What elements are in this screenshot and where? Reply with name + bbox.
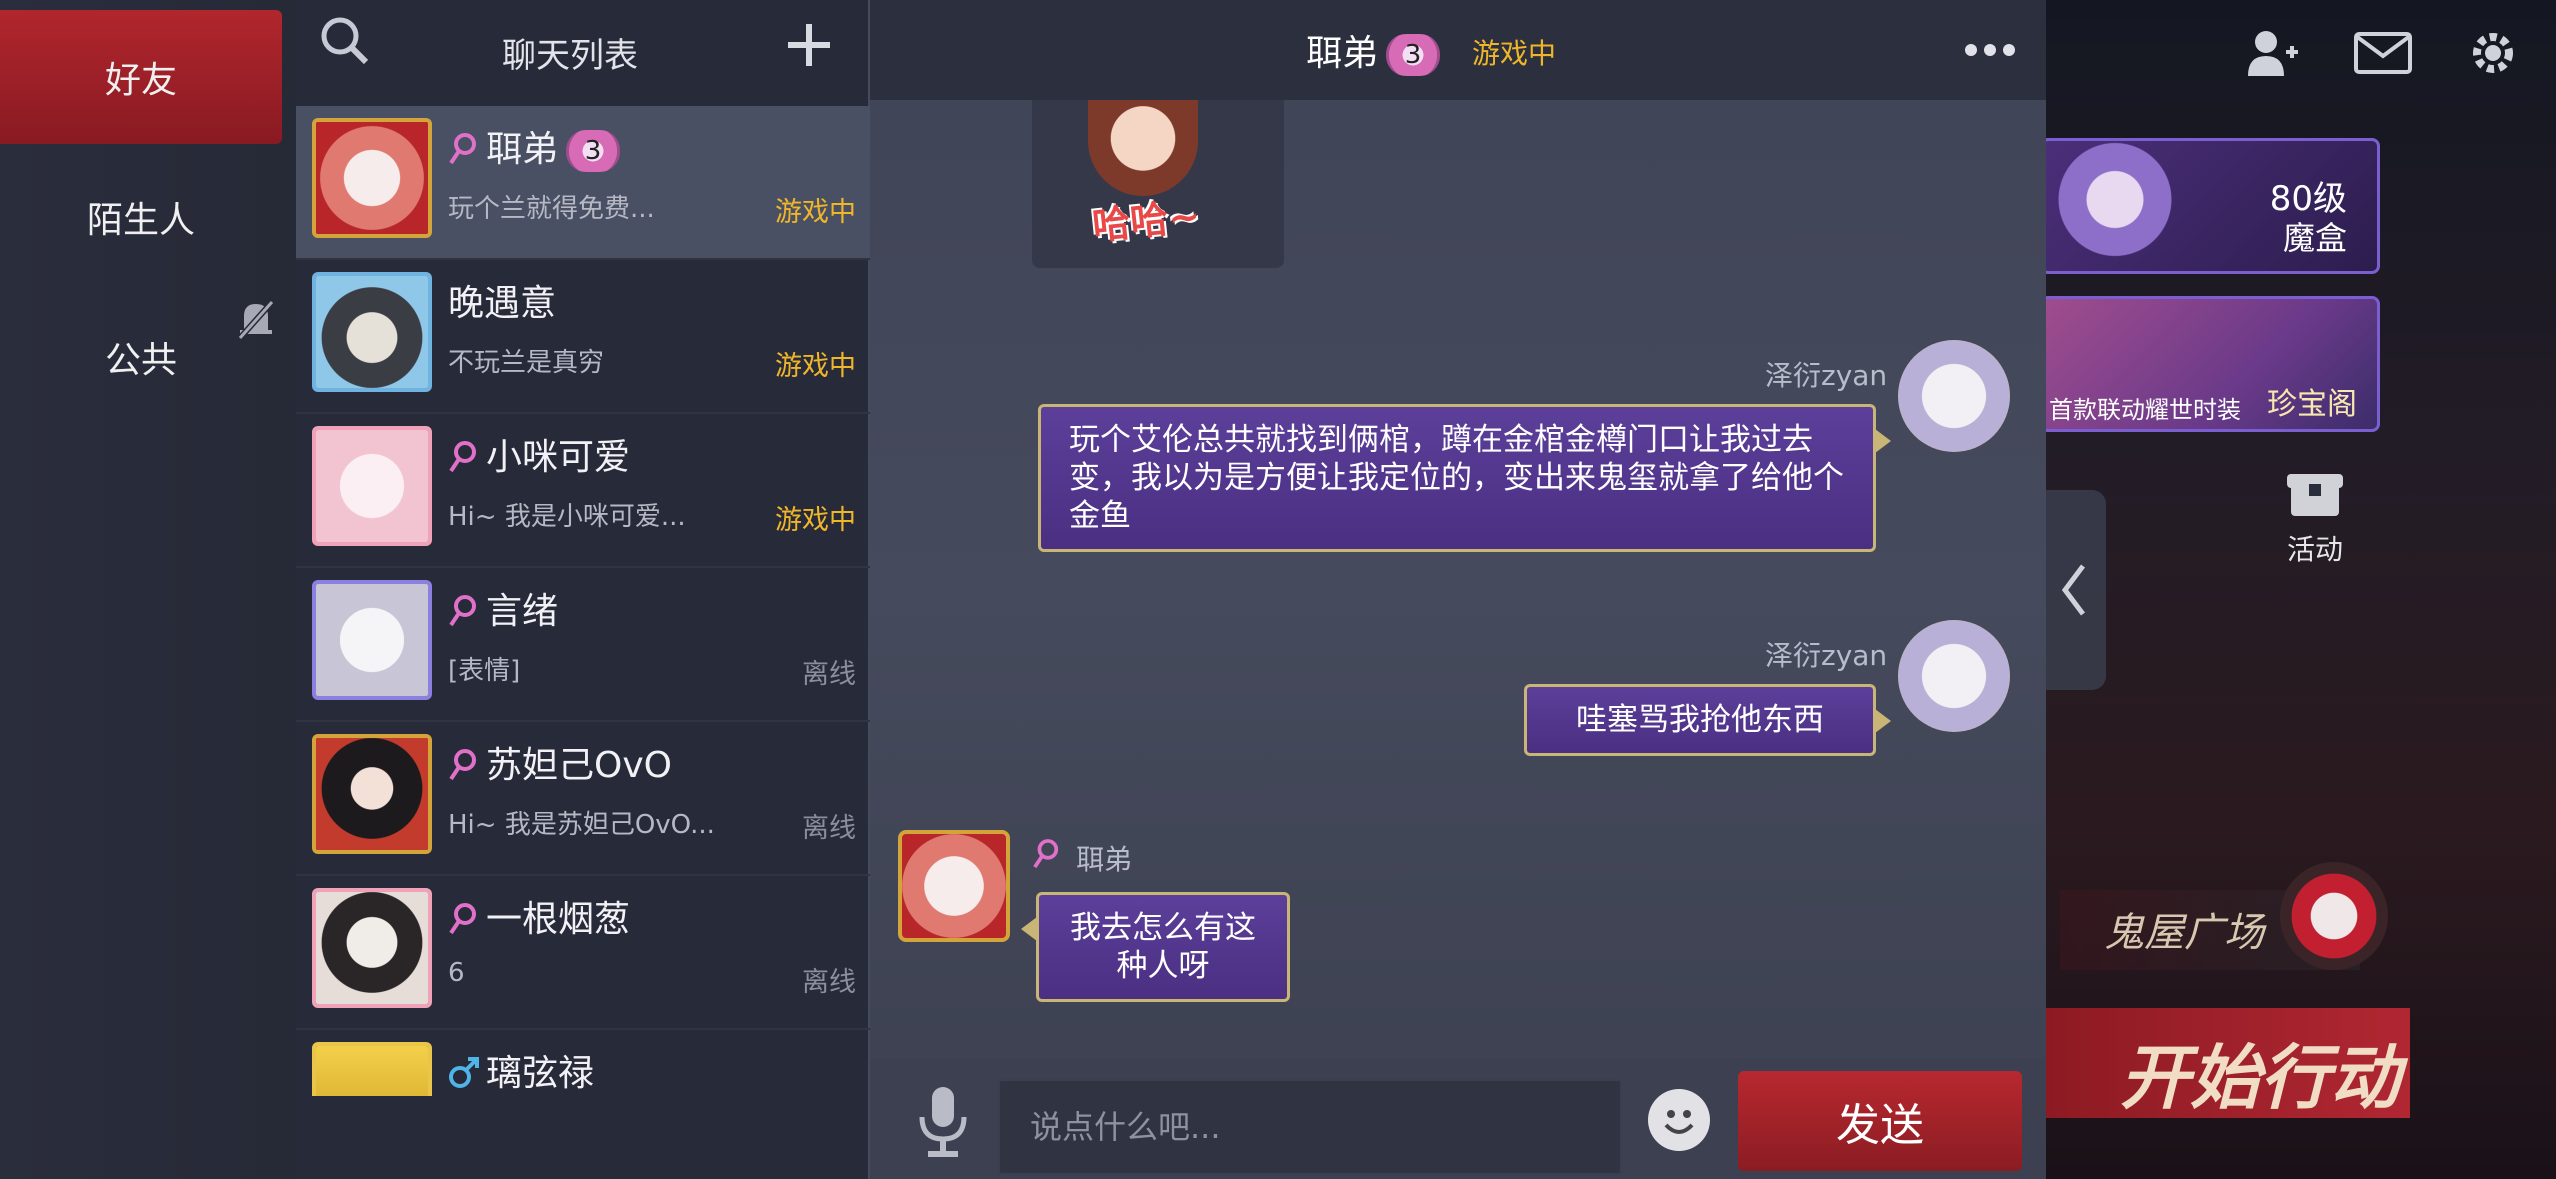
female-icon: [448, 132, 478, 170]
pavilion-label: 珍宝阁: [2267, 387, 2357, 422]
avatar: [312, 580, 432, 700]
chat-list-title: 聊天列表: [502, 36, 638, 76]
add-friend-icon[interactable]: [2240, 20, 2306, 86]
sticker-message: 哈哈~: [1032, 100, 1284, 268]
chevron-left-icon: [2061, 564, 2085, 616]
contact-name: 璃弦禄: [486, 1053, 595, 1094]
search-icon[interactable]: [318, 14, 370, 70]
game-background: 80级 魔盒 珍宝阁 首款联动耀世时装 活动 鬼屋广场 开始行动: [2040, 0, 2556, 1179]
contact-name: 聑弟 3: [486, 120, 621, 172]
female-icon: [448, 594, 478, 632]
chat-window: 聑弟 3 游戏中 哈哈~ 泽衍zyan 玩个艾伦总共就找到俩棺，蹲在金棺金樽门口让…: [870, 0, 2046, 1179]
chat-bubble: 玩个艾伦总共就找到俩棺，蹲在金棺金樽门口让我过去变，我以为是方便让我定位的，变出…: [1038, 404, 1891, 552]
message-input-bar: 发送: [870, 1059, 2046, 1179]
tab-strangers[interactable]: 陌生人: [0, 150, 282, 284]
chat-list-item[interactable]: 聑弟 3 玩个兰就得免费... 游戏中: [296, 106, 870, 260]
avatar: [312, 888, 432, 1008]
chat-list-item[interactable]: 言绪 [表情] 离线: [296, 568, 870, 722]
chat-list-item[interactable]: 苏妲己OvO Hi~ 我是苏妲己OvO... 离线: [296, 722, 870, 876]
last-message: 不玩兰是真穷: [448, 348, 605, 378]
activity-button[interactable]: 活动: [2280, 470, 2350, 568]
avatar[interactable]: [898, 830, 1010, 942]
female-icon: [448, 440, 478, 478]
chat-list-item[interactable]: 晚遇意 不玩兰是真穷 游戏中: [296, 260, 870, 414]
online-status: 游戏中: [775, 351, 856, 382]
contact-name: 言绪: [486, 591, 559, 632]
rank-badge: 3: [1386, 34, 1441, 76]
chat-peer-name: 聑弟 3: [1306, 24, 1441, 76]
message-input[interactable]: [998, 1079, 1622, 1175]
male-icon: [448, 1056, 480, 1094]
female-icon: [448, 748, 478, 786]
chat-list: 聑弟 3 玩个兰就得免费... 游戏中 晚遇意 不玩兰是真穷 游戏中 小咪可爱 H…: [296, 106, 870, 1096]
mute-bell-icon: [236, 298, 276, 346]
online-status: 离线: [802, 967, 856, 998]
last-message: 玩个兰就得免费...: [448, 194, 655, 224]
chat-list-item[interactable]: 小咪可爱 Hi~ 我是小咪可爱... 游戏中: [296, 414, 870, 568]
mail-icon[interactable]: [2350, 20, 2416, 86]
avatar[interactable]: [1898, 620, 2010, 732]
pavilion-caption: 首款联动耀世时装: [2049, 396, 2241, 424]
avatar: [312, 734, 432, 854]
magic-box-card[interactable]: 80级 魔盒: [2040, 138, 2380, 274]
start-action-button[interactable]: 开始行动: [2040, 1008, 2410, 1119]
contact-name: 一根烟葱: [486, 899, 631, 940]
rank-badge: 3: [566, 130, 621, 172]
clown-mask-icon: [2280, 862, 2388, 970]
message-sender: 聑弟: [1076, 843, 1133, 876]
message-sender: 泽衍zyan: [1765, 639, 1888, 672]
online-status: 游戏中: [775, 505, 856, 536]
top-icon-bar: [2240, 20, 2526, 86]
avatar: [312, 272, 432, 392]
last-message: 6: [448, 958, 465, 988]
avatar: [312, 118, 432, 238]
online-status: 离线: [802, 659, 856, 690]
activity-label: 活动: [2286, 533, 2343, 566]
more-options-icon[interactable]: [1964, 42, 2016, 61]
contact-name: 晚遇意: [448, 283, 557, 324]
contact-name: 苏妲己OvO: [486, 745, 672, 786]
sticker-text: 哈哈~: [1090, 193, 1203, 249]
chat-category-tabs: 好友 陌生人 公共: [0, 0, 296, 1179]
send-button[interactable]: 发送: [1738, 1071, 2022, 1171]
chat-peer-status: 游戏中: [1472, 37, 1557, 70]
activity-chest-icon: [2287, 474, 2343, 516]
chat-header: 聑弟 3 游戏中: [870, 0, 2046, 100]
message-sender: 泽衍zyan: [1765, 359, 1888, 392]
settings-gear-icon[interactable]: [2460, 20, 2526, 86]
contact-name: 小咪可爱: [486, 437, 631, 478]
online-status: 游戏中: [775, 197, 856, 228]
collapse-panel-handle[interactable]: [2040, 490, 2106, 690]
sticker-character: [1088, 100, 1198, 196]
last-message: Hi~ 我是小咪可爱...: [448, 502, 686, 532]
chat-list-item[interactable]: 一根烟葱 6 离线: [296, 876, 870, 1030]
emoji-icon[interactable]: [1648, 1089, 1710, 1151]
chat-bubble: 哇塞骂我抢他东西: [1524, 684, 1891, 756]
chat-list-panel: 聊天列表 聑弟 3 玩个兰就得免费... 游戏中 晚遇意 不玩兰是真穷 游戏中 小…: [296, 0, 870, 1179]
treasure-pavilion-card[interactable]: 珍宝阁 首款联动耀世时装: [2040, 296, 2380, 432]
microphone-icon[interactable]: [918, 1085, 968, 1163]
character-portrait: [2055, 141, 2175, 271]
haunted-plaza-label: 鬼屋广场: [2104, 910, 2264, 956]
avatar: [312, 1042, 432, 1096]
chat-list-item[interactable]: 璃弦禄: [296, 1030, 870, 1096]
start-action-label: 开始行动: [2120, 1037, 2400, 1119]
chat-bubble: 我去怎么有这种人呀: [1021, 892, 1290, 1002]
online-status: 离线: [802, 813, 856, 844]
avatar: [312, 426, 432, 546]
add-chat-icon[interactable]: [786, 22, 832, 72]
last-message: [表情]: [448, 656, 521, 686]
avatar[interactable]: [1898, 340, 2010, 452]
chat-list-header: 聊天列表: [296, 0, 870, 100]
female-icon: [1032, 838, 1060, 874]
tab-friends[interactable]: 好友: [0, 10, 282, 144]
magic-box-label: 魔盒: [2282, 219, 2347, 257]
last-message: Hi~ 我是苏妲己OvO...: [448, 810, 715, 840]
female-icon: [448, 902, 478, 940]
